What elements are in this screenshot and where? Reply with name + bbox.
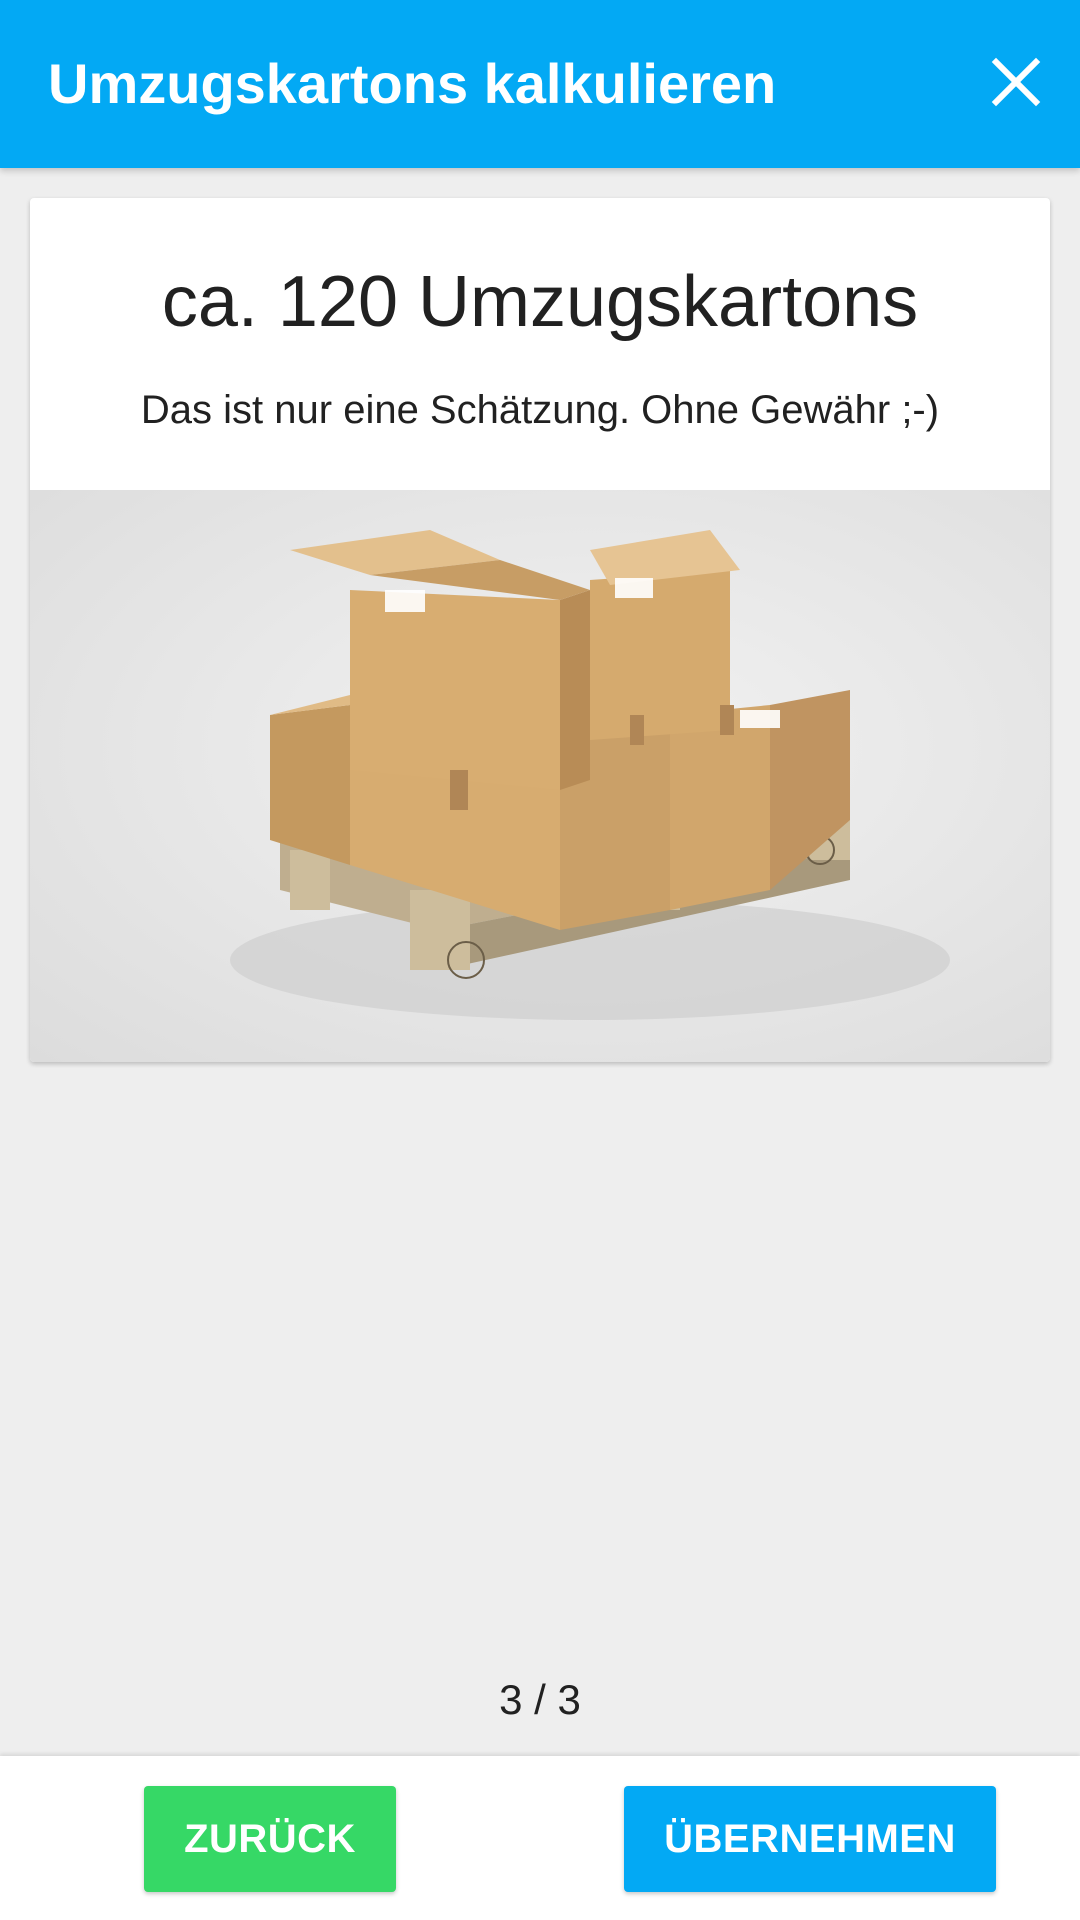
result-title: ca. 120 Umzugskartons <box>161 262 919 342</box>
boxes-on-pallet-illustration <box>230 530 950 1020</box>
result-card: ca. 120 Umzugskartons Das ist nur eine S… <box>30 198 1050 1062</box>
accept-button[interactable]: ÜBERNEHMEN <box>624 1786 996 1892</box>
close-icon <box>991 57 1041 107</box>
back-button[interactable]: ZURÜCK <box>144 1786 396 1892</box>
moving-boxes-image <box>30 490 1050 1062</box>
app-bar-title: Umzugskartons kalkulieren <box>48 52 777 115</box>
app-bar: Umzugskartons kalkulieren <box>0 0 1080 168</box>
bottom-action-bar: ZURÜCK ÜBERNEHMEN <box>0 1756 1080 1920</box>
page-indicator: 3 / 3 <box>499 1676 581 1723</box>
close-button[interactable] <box>980 46 1052 118</box>
result-note: Das ist nur eine Schätzung. Ohne Gewähr … <box>140 388 940 432</box>
